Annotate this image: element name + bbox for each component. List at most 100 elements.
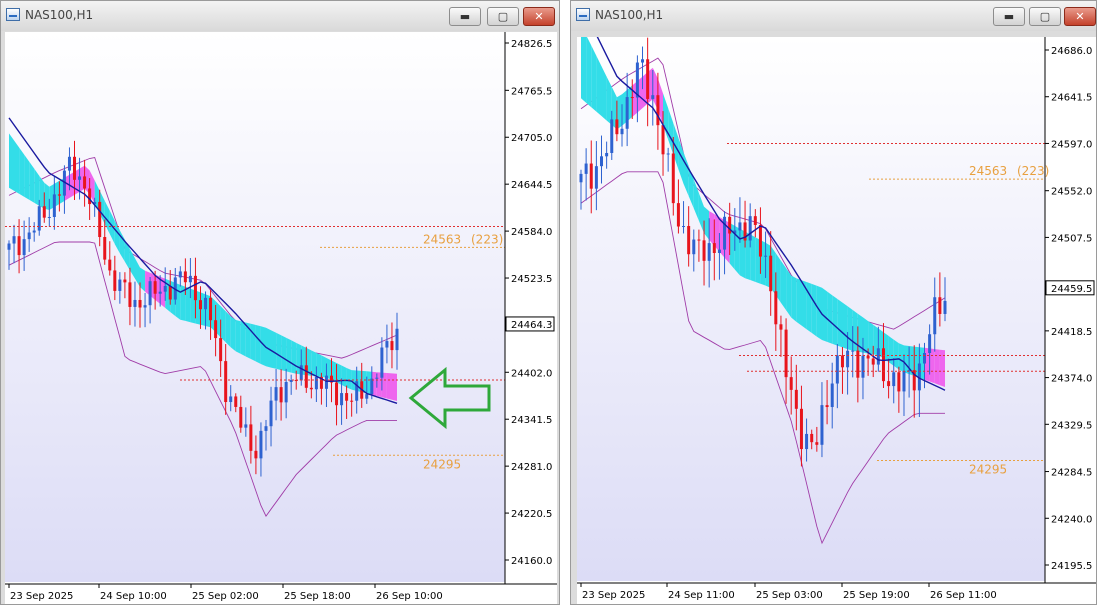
price-tick-label: 24329.5	[1051, 420, 1092, 431]
bull-candle	[395, 328, 399, 351]
bull-candle	[620, 128, 624, 135]
bear-candle	[234, 396, 238, 407]
bear-candle	[815, 442, 819, 445]
price-chart[interactable]: 24826.5 24765.5 24705.0 24644.5 24584.0 24523…	[5, 32, 557, 604]
cloud-segment	[271, 330, 277, 369]
close-button[interactable]: ✕	[1064, 7, 1096, 26]
price-tick-label: 24686.0	[1051, 46, 1092, 57]
bear-candle	[88, 188, 92, 205]
cloud-segment	[811, 283, 817, 337]
chart-window-icon	[6, 8, 20, 21]
cloud-segment	[286, 337, 292, 373]
bull-candle	[635, 62, 639, 98]
price-tick-label: 24341.5	[511, 415, 552, 426]
maximize-button[interactable]: ▢	[487, 7, 519, 26]
bull-candle	[928, 334, 932, 353]
bull-candle	[717, 249, 721, 254]
bull-candle	[707, 243, 711, 261]
cloud-segment	[321, 355, 327, 378]
bull-candle	[723, 216, 727, 250]
bear-candle	[350, 400, 354, 402]
bear-candle	[209, 297, 213, 321]
bull-candle	[133, 299, 137, 307]
bear-candle	[825, 405, 829, 408]
bear-candle	[168, 285, 172, 300]
bear-candle	[897, 372, 901, 392]
bear-candle	[871, 358, 875, 365]
chart-canvas[interactable]: 24686.0 24641.5 24597.0 24552.0 24507.5 24459…	[577, 37, 1096, 604]
bear-candle	[656, 95, 660, 126]
bear-candle	[774, 291, 778, 325]
cloud-segment	[837, 298, 843, 348]
cloud-segment	[29, 161, 35, 203]
title-bar[interactable]: NAS100,H1 ▬ ▢ ✕	[571, 1, 1096, 31]
bear-candle	[214, 320, 218, 339]
bull-candle	[943, 300, 947, 314]
bear-candle	[57, 194, 61, 196]
bull-candle	[269, 400, 273, 427]
bull-candle	[876, 348, 880, 365]
cloud-segment	[291, 340, 297, 374]
price-tick-label: 24160.0	[511, 556, 552, 567]
cloud-segment	[19, 147, 25, 197]
cloud-segment	[276, 332, 282, 371]
cloud-segment	[842, 302, 848, 350]
cloud-segment	[863, 317, 869, 354]
bull-candle	[922, 352, 926, 364]
bear-candle	[887, 381, 891, 387]
bull-candle	[625, 97, 629, 129]
bear-candle	[702, 240, 706, 261]
price-tick-label: 24284.5	[1051, 468, 1092, 479]
title-bar[interactable]: NAS100,H1 ▬ ▢ ✕	[1, 1, 559, 31]
upper-level-value: 24563	[423, 232, 461, 246]
bear-candle	[810, 433, 814, 443]
chart-window-right[interactable]: NAS100,H1 ▬ ▢ ✕ 24686.0 24641.5 24597.0 245…	[570, 0, 1097, 605]
cloud-segment	[796, 278, 802, 326]
time-tick-label: 26 Sep 11:00	[930, 590, 997, 601]
cloud-segment	[392, 373, 397, 401]
bear-candle	[697, 239, 701, 241]
bear-candle	[98, 201, 102, 238]
bull-candle	[324, 375, 328, 389]
bull-candle	[158, 291, 162, 294]
cloud-segment	[750, 234, 756, 282]
time-tick-label: 23 Sep 2025	[10, 591, 73, 602]
bull-candle	[67, 156, 71, 171]
chart-window-left[interactable]: NAS100,H1 ▬ ▢ ✕ 24826.5 24765.5 24705.0 246…	[0, 0, 560, 605]
cloud-segment	[709, 211, 715, 246]
bear-candle	[753, 216, 757, 225]
current-price-label: 24459.5	[1051, 284, 1092, 295]
bull-candle	[284, 382, 288, 403]
bear-candle	[198, 300, 202, 310]
price-tick-label: 24644.5	[511, 180, 552, 191]
price-tick-label: 24195.5	[1051, 561, 1092, 572]
chart-canvas[interactable]: 24826.5 24765.5 24705.0 24644.5 24584.0 24523…	[5, 32, 557, 604]
bull-candle	[610, 119, 614, 153]
minimize-button[interactable]: ▬	[993, 7, 1025, 26]
maximize-button[interactable]: ▢	[1029, 7, 1061, 26]
minimize-button[interactable]: ▬	[449, 7, 481, 26]
price-tick-label: 24220.5	[511, 509, 552, 520]
cloud-segment	[14, 140, 20, 194]
bull-candle	[738, 222, 742, 231]
close-button[interactable]: ✕	[523, 7, 555, 26]
bull-candle	[32, 230, 36, 233]
bull-candle	[178, 271, 182, 278]
time-tick-label: 26 Sep 10:00	[376, 591, 443, 602]
bull-candle	[143, 305, 147, 308]
cloud-segment	[316, 352, 322, 377]
price-chart[interactable]: 24686.0 24641.5 24597.0 24552.0 24507.5 24459…	[577, 37, 1096, 604]
bear-candle	[840, 355, 844, 368]
price-tick-label: 24281.0	[511, 462, 552, 473]
price-tick-label: 24240.0	[1051, 514, 1092, 525]
bear-candle	[224, 361, 228, 403]
bull-candle	[641, 59, 645, 63]
bear-candle	[304, 365, 308, 388]
bear-candle	[17, 236, 21, 256]
bull-candle	[851, 350, 855, 352]
bull-candle	[375, 377, 379, 379]
bear-candle	[42, 206, 46, 218]
time-tick-label: 25 Sep 02:00	[192, 591, 259, 602]
bull-candle	[244, 424, 248, 428]
cloud-segment	[586, 37, 592, 108]
